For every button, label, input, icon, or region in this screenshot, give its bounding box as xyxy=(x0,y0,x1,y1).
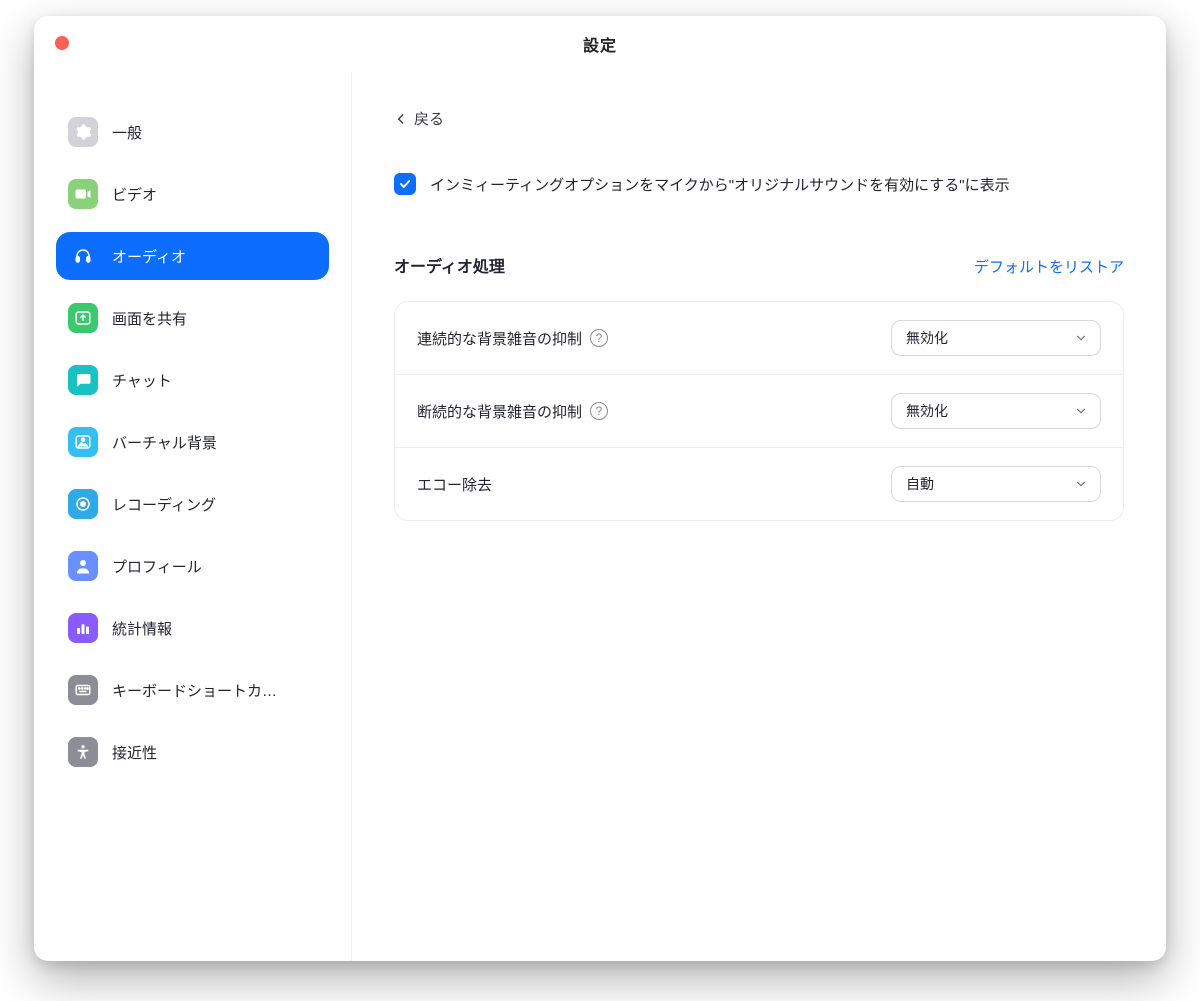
stats-icon xyxy=(68,613,98,643)
sidebar-item-accessibility[interactable]: 接近性 xyxy=(56,728,329,776)
sidebar-item-share[interactable]: 画面を共有 xyxy=(56,294,329,342)
select-value: 無効化 xyxy=(906,328,948,348)
sidebar-item-label: 統計情報 xyxy=(112,618,172,639)
help-icon[interactable]: ? xyxy=(590,329,608,347)
sidebar-item-record[interactable]: レコーディング xyxy=(56,480,329,528)
restore-defaults-link[interactable]: デフォルトをリストア xyxy=(974,256,1124,277)
original-sound-option: インミィーティングオプションをマイクから"オリジナルサウンドを有効にする"に表示 xyxy=(394,173,1124,195)
help-icon[interactable]: ? xyxy=(590,402,608,420)
sidebar: 一般ビデオオーディオ画面を共有チャットバーチャル背景レコーディングプロフィール統… xyxy=(34,72,352,961)
chevron-left-icon xyxy=(394,112,408,126)
audio-processing-panel: 連続的な背景雑音の抑制?無効化断続的な背景雑音の抑制?無効化エコー除去自動 xyxy=(394,301,1124,521)
sidebar-item-gear[interactable]: 一般 xyxy=(56,108,329,156)
keyboard-icon xyxy=(68,675,98,705)
window-title: 設定 xyxy=(583,32,617,56)
select-value: 自動 xyxy=(906,474,934,494)
back-button[interactable]: 戻る xyxy=(394,108,444,129)
sidebar-item-stats[interactable]: 統計情報 xyxy=(56,604,329,652)
setting-row-label: 断続的な背景雑音の抑制? xyxy=(417,401,608,422)
setting-select[interactable]: 自動 xyxy=(891,466,1101,502)
record-icon xyxy=(68,489,98,519)
sidebar-item-chat[interactable]: チャット xyxy=(56,356,329,404)
chevron-down-icon xyxy=(1074,404,1088,418)
original-sound-checkbox[interactable] xyxy=(394,173,416,195)
sidebar-item-image[interactable]: バーチャル背景 xyxy=(56,418,329,466)
select-value: 無効化 xyxy=(906,401,948,421)
setting-select[interactable]: 無効化 xyxy=(891,393,1101,429)
sidebar-item-label: 一般 xyxy=(112,122,142,143)
sidebar-item-keyboard[interactable]: キーボードショートカ… xyxy=(56,666,329,714)
sidebar-item-user[interactable]: プロフィール xyxy=(56,542,329,590)
accessibility-icon xyxy=(68,737,98,767)
chevron-down-icon xyxy=(1074,477,1088,491)
sidebar-item-label: プロフィール xyxy=(112,556,202,577)
sidebar-item-video[interactable]: ビデオ xyxy=(56,170,329,218)
share-icon xyxy=(68,303,98,333)
sidebar-item-label: バーチャル背景 xyxy=(112,432,217,453)
headphones-icon xyxy=(68,241,98,271)
close-icon[interactable] xyxy=(55,36,69,50)
chat-icon xyxy=(68,365,98,395)
titlebar: 設定 xyxy=(34,16,1166,72)
sidebar-item-label: オーディオ xyxy=(112,246,186,267)
user-icon xyxy=(68,551,98,581)
section-title: オーディオ処理 xyxy=(394,253,505,277)
settings-window: 設定 一般ビデオオーディオ画面を共有チャットバーチャル背景レコーディングプロフィ… xyxy=(34,16,1166,961)
sidebar-item-label: チャット xyxy=(112,370,172,391)
back-label: 戻る xyxy=(414,108,444,129)
image-icon xyxy=(68,427,98,457)
content-pane: 戻る インミィーティングオプションをマイクから"オリジナルサウンドを有効にする"… xyxy=(352,72,1166,961)
video-icon xyxy=(68,179,98,209)
gear-icon xyxy=(68,117,98,147)
sidebar-item-label: ビデオ xyxy=(112,184,157,205)
setting-row-label: エコー除去 xyxy=(417,474,492,495)
original-sound-label: インミィーティングオプションをマイクから"オリジナルサウンドを有効にする"に表示 xyxy=(430,174,1010,195)
setting-row: 連続的な背景雑音の抑制? 無効化 xyxy=(395,302,1123,374)
sidebar-item-label: レコーディング xyxy=(112,494,216,515)
chevron-down-icon xyxy=(1074,331,1088,345)
sidebar-item-headphones[interactable]: オーディオ xyxy=(56,232,329,280)
sidebar-item-label: 接近性 xyxy=(112,742,157,763)
setting-row-label: 連続的な背景雑音の抑制? xyxy=(417,328,608,349)
setting-row: エコー除去 自動 xyxy=(395,447,1123,520)
setting-row: 断続的な背景雑音の抑制? 無効化 xyxy=(395,374,1123,447)
setting-select[interactable]: 無効化 xyxy=(891,320,1101,356)
sidebar-item-label: キーボードショートカ… xyxy=(112,680,277,701)
sidebar-item-label: 画面を共有 xyxy=(112,308,187,329)
